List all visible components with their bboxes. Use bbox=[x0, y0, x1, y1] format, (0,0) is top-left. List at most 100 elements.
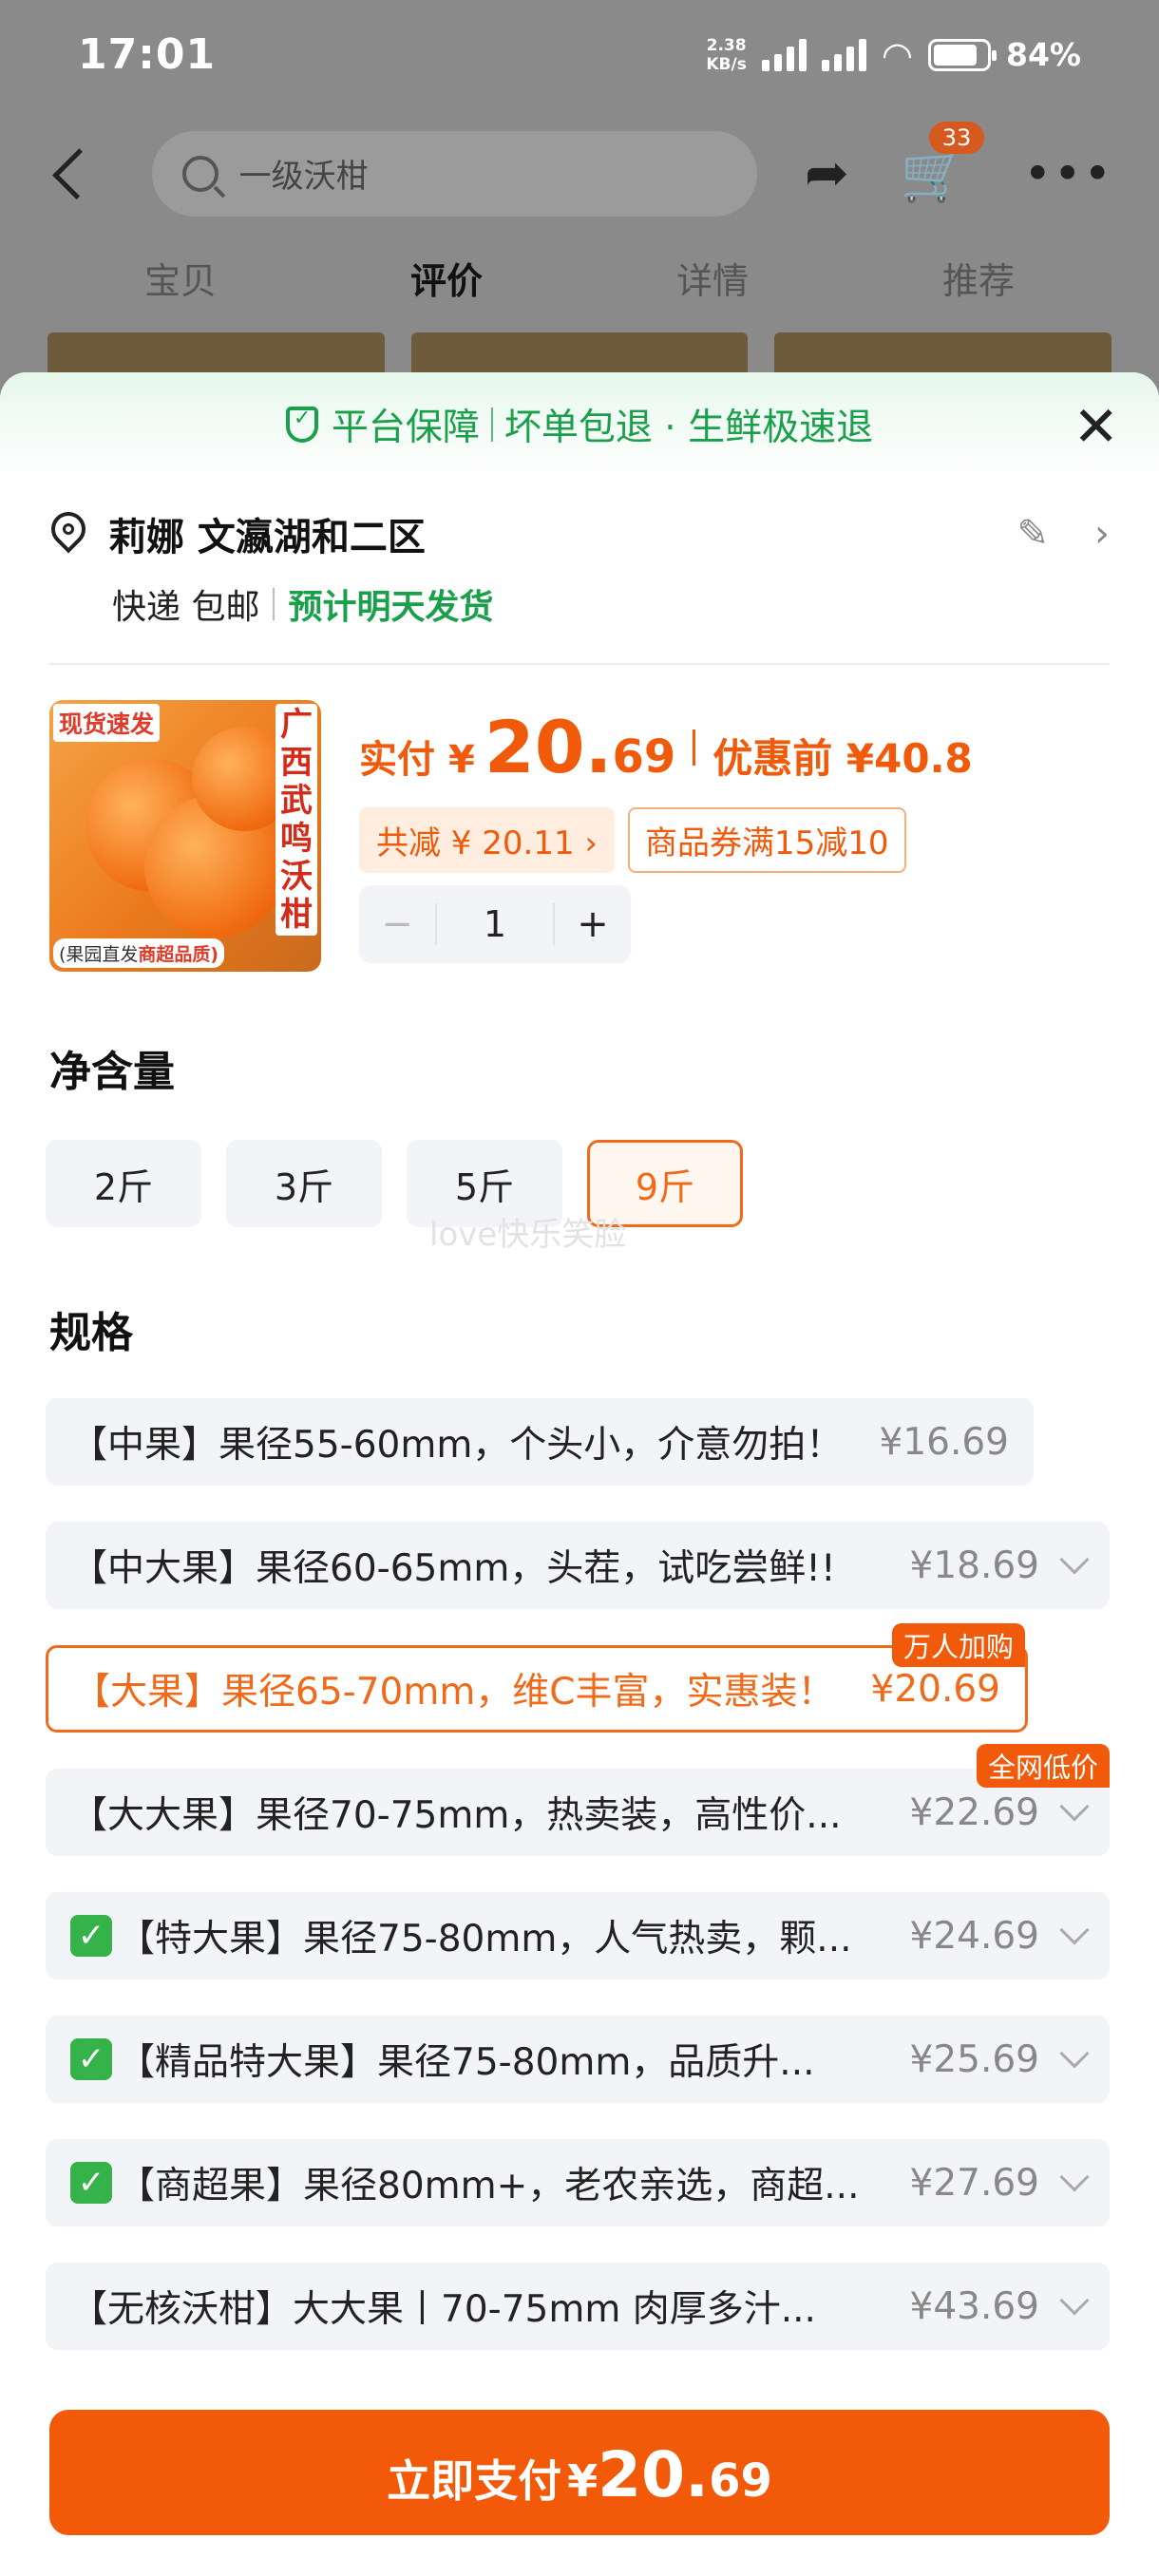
quantity-value[interactable]: 1 bbox=[435, 903, 555, 945]
spec-option[interactable]: 【中大果】果径60-65mm，头茬，试吃尝鲜!! ¥18.69 bbox=[46, 1522, 1110, 1609]
search-placeholder: 一级沃柑 bbox=[238, 158, 369, 196]
watermark-text: love快乐笑脸 bbox=[429, 1216, 627, 1254]
signal-icon bbox=[821, 38, 866, 71]
price-integer: 20. bbox=[484, 705, 613, 789]
net-speed: 2.38 KB/s bbox=[706, 35, 747, 74]
chevron-down-icon[interactable] bbox=[1059, 1791, 1090, 1822]
spec-price: ¥27.69 bbox=[909, 2161, 1039, 2205]
check-mark-icon: ✓ bbox=[70, 1915, 112, 1957]
quantity-stepper: − 1 + bbox=[359, 885, 631, 963]
spec-price: ¥22.69 bbox=[909, 1790, 1039, 1834]
spec-option[interactable]: 【无核沃柑】大大果丨70-75mm 肉厚多汁... ¥43.69 bbox=[46, 2263, 1110, 2350]
guarantee-text-2: 坏单包退 · 生鲜极速退 bbox=[504, 407, 874, 449]
chevron-right-icon[interactable]: › bbox=[1094, 512, 1110, 556]
more-icon[interactable]: ••• bbox=[1024, 146, 1113, 201]
hot-badge: 万人加购 bbox=[891, 1623, 1025, 1667]
shield-check-icon bbox=[285, 407, 318, 443]
tab-item[interactable]: 宝贝 bbox=[144, 252, 217, 318]
spec-label: 【商超果】果径80mm+，老农亲选，商超... bbox=[118, 2165, 860, 2207]
search-input[interactable]: 一级沃柑 bbox=[151, 130, 757, 217]
low-price-badge: 全网低价 bbox=[976, 1744, 1110, 1788]
spec-label: 【无核沃柑】大大果丨70-75mm 肉厚多汁... bbox=[70, 2288, 816, 2331]
share-icon[interactable]: ➦ bbox=[805, 142, 849, 204]
image-vertical-text: 广西武鸣沃柑 bbox=[276, 704, 317, 936]
spec-option-selected[interactable]: 【大果】果径65-70mm，维C丰富，实惠装！ ¥20.69 万人加购 bbox=[46, 1623, 1028, 1733]
shipping-eta: 预计明天发货 bbox=[288, 588, 494, 627]
weight-option[interactable]: 3斤 bbox=[226, 1140, 382, 1227]
back-icon[interactable] bbox=[52, 147, 104, 199]
guarantee-banner: 平台保障 坏单包退 · 生鲜极速退 ✕ bbox=[0, 372, 1159, 477]
status-icons: 2.38 KB/s ◠ 84% bbox=[706, 34, 1081, 76]
spec-option[interactable]: ✓ 【特大果】果径75-80mm，人气热卖，颗... ¥24.69 bbox=[46, 1892, 1110, 1979]
original-price: 优惠前 ¥40.8 bbox=[712, 735, 973, 782]
tab-details[interactable]: 详情 bbox=[676, 252, 749, 318]
signal-icon bbox=[761, 38, 807, 71]
spec-price: ¥18.69 bbox=[909, 1544, 1039, 1587]
search-icon bbox=[181, 155, 218, 192]
tab-reviews[interactable]: 评价 bbox=[410, 252, 483, 318]
currency-symbol: ¥ bbox=[448, 738, 475, 782]
weight-option[interactable]: 2斤 bbox=[46, 1140, 201, 1227]
spec-price: ¥43.69 bbox=[909, 2284, 1039, 2328]
spec-price: ¥20.69 bbox=[870, 1667, 1000, 1711]
spec-label: 【中大果】果径60-65mm，头茬，试吃尝鲜!! bbox=[70, 1547, 836, 1590]
edit-icon[interactable]: ✎ bbox=[1016, 512, 1049, 556]
close-icon[interactable]: ✕ bbox=[1073, 399, 1119, 454]
total-discount-button[interactable]: 共减 ¥ 20.11 › bbox=[359, 807, 615, 873]
decrease-button[interactable]: − bbox=[359, 902, 435, 946]
product-summary: 现货速发 广西武鸣沃柑 (果园直发商超品质) 实付 ¥ 20. 69 优惠前 ¥… bbox=[49, 700, 1110, 975]
price-decimal: 69 bbox=[612, 730, 676, 784]
divider bbox=[273, 588, 276, 620]
currency-symbol: ¥ bbox=[567, 2455, 598, 2507]
check-mark-icon: ✓ bbox=[70, 2162, 112, 2204]
spec-label: 【大果】果径65-70mm，维C丰富，实惠装！ bbox=[73, 1671, 835, 1714]
divider bbox=[49, 663, 1110, 665]
background-tabs: 宝贝 评价 详情 推荐 bbox=[0, 252, 1159, 318]
spec-label: 【大大果】果径70-75mm，热卖装，高性价... bbox=[70, 1794, 842, 1837]
pay-now-button[interactable]: 立即支付 ¥ 20. 69 bbox=[49, 2410, 1110, 2535]
address-section[interactable]: 莉娜 文瀛湖和二区 ✎ › 快递 包邮 预计明天发货 bbox=[44, 504, 1110, 629]
wifi-icon: ◠ bbox=[881, 33, 913, 76]
spec-price: ¥24.69 bbox=[909, 1914, 1039, 1958]
status-time: 17:01 bbox=[78, 30, 217, 79]
product-image[interactable]: 现货速发 广西武鸣沃柑 (果园直发商超品质) bbox=[49, 700, 321, 972]
image-bottom-tag: (果园直发商超品质) bbox=[53, 938, 225, 968]
price-line: 实付 ¥ 20. 69 优惠前 ¥40.8 bbox=[359, 705, 973, 789]
check-mark-icon: ✓ bbox=[70, 2038, 112, 2080]
net-weight-title: 净含量 bbox=[49, 1048, 175, 1096]
chevron-down-icon[interactable] bbox=[1059, 2038, 1090, 2069]
pay-button-label: 立即支付 bbox=[387, 2455, 562, 2507]
coupon-tag: 商品券满15减10 bbox=[628, 807, 906, 873]
pay-price-integer: 20. bbox=[598, 2438, 710, 2511]
location-pin-icon bbox=[44, 504, 93, 556]
shipping-method: 快递 包邮 bbox=[112, 588, 260, 627]
spec-price: ¥25.69 bbox=[909, 2037, 1039, 2081]
sku-sheet: 平台保障 坏单包退 · 生鲜极速退 ✕ 莉娜 文瀛湖和二区 ✎ › 快递 包邮 … bbox=[0, 372, 1159, 2576]
tab-recommend[interactable]: 推荐 bbox=[942, 252, 1015, 318]
spec-option[interactable]: ✓ 【商超果】果径80mm+，老农亲选，商超... ¥27.69 bbox=[46, 2139, 1110, 2226]
status-bar: 17:01 2.38 KB/s ◠ 84% bbox=[0, 0, 1159, 109]
guarantee-text-1: 平台保障 bbox=[331, 407, 480, 449]
spec-option[interactable]: 【中果】果径55-60mm，个头小，介意勿拍！ ¥16.69 bbox=[46, 1398, 1034, 1486]
chevron-down-icon[interactable] bbox=[1059, 1915, 1090, 1945]
spec-option[interactable]: ✓ 【精品特大果】果径75-80mm，品质升... ¥25.69 bbox=[46, 2016, 1110, 2103]
spec-option[interactable]: 【大大果】果径70-75mm，热卖装，高性价... ¥22.69 全网低价 bbox=[46, 1744, 1110, 1856]
spec-label: 【中果】果径55-60mm，个头小，介意勿拍！ bbox=[70, 1424, 844, 1467]
cart-button[interactable]: 🛒 33 bbox=[901, 121, 985, 205]
battery-percent: 84% bbox=[1006, 36, 1081, 73]
spec-title: 规格 bbox=[49, 1309, 133, 1357]
chevron-down-icon[interactable] bbox=[1059, 2162, 1090, 2192]
cart-count-badge: 33 bbox=[928, 121, 985, 154]
pay-price-decimal: 69 bbox=[709, 2454, 772, 2508]
spec-label: 【特大果】果径75-80mm，人气热卖，颗... bbox=[118, 1918, 852, 1960]
increase-button[interactable]: + bbox=[555, 902, 631, 946]
image-tag: 现货速发 bbox=[53, 704, 161, 742]
spec-price: ¥16.69 bbox=[879, 1420, 1009, 1464]
divider bbox=[693, 729, 696, 766]
divider bbox=[490, 407, 493, 442]
chevron-down-icon[interactable] bbox=[1059, 1544, 1090, 1575]
net-weight-options: 2斤 3斤 5斤 9斤 bbox=[46, 1140, 743, 1227]
battery-icon bbox=[928, 38, 997, 71]
chevron-down-icon[interactable] bbox=[1059, 2285, 1090, 2316]
discount-row: 共减 ¥ 20.11 › 商品券满15减10 bbox=[359, 807, 906, 873]
